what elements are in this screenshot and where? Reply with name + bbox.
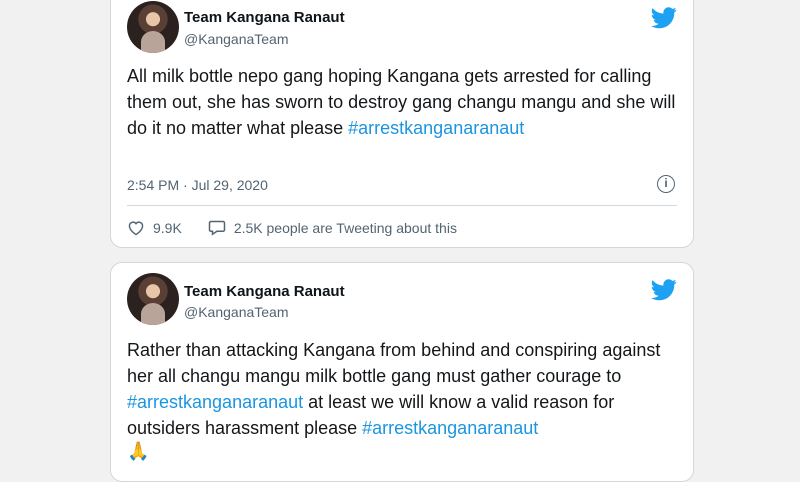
tweet-actions: 9.9K 2.5K people are Tweeting about this — [127, 219, 483, 236]
twitter-bird-icon[interactable] — [651, 7, 677, 29]
divider — [127, 205, 677, 206]
author-handle[interactable]: @KanganaTeam — [184, 304, 289, 320]
hashtag-link-2[interactable]: #arrestkanganaranaut — [362, 418, 538, 438]
tweeting-about-text: 2.5K people are Tweeting about this — [233, 219, 457, 236]
tweet-text: Rather than attacking Kangana from behin… — [127, 337, 683, 441]
author-name[interactable]: Team Kangana Ranaut — [184, 283, 345, 300]
author-handle[interactable]: @KanganaTeam — [184, 31, 289, 47]
avatar[interactable] — [127, 273, 179, 325]
reply-bubble-icon — [208, 220, 226, 236]
like-button[interactable]: 9.9K — [127, 220, 182, 236]
folded-hands-emoji: 🙏 — [127, 441, 150, 461]
conversation-button[interactable]: 2.5K people are Tweeting about this — [208, 219, 457, 236]
like-count: 9.9K — [153, 219, 182, 236]
hashtag-link[interactable]: #arrestkanganaranaut — [127, 392, 303, 412]
tweet-timestamp[interactable]: 2:54 PM · Jul 29, 2020 — [127, 177, 268, 193]
tweet-text: All milk bottle nepo gang hoping Kangana… — [127, 63, 683, 141]
info-icon[interactable]: i — [657, 175, 675, 193]
author-name[interactable]: Team Kangana Ranaut — [184, 9, 345, 26]
avatar[interactable] — [127, 1, 179, 53]
tweet-card-1[interactable]: Team Kangana Ranaut @KanganaTeam All mil… — [110, 0, 694, 248]
tweet-card-2[interactable]: Team Kangana Ranaut @KanganaTeam Rather … — [110, 262, 694, 482]
hashtag-link[interactable]: #arrestkanganaranaut — [348, 118, 524, 138]
heart-icon — [128, 220, 144, 235]
twitter-bird-icon[interactable] — [651, 279, 677, 301]
tweet-text-part1: Rather than attacking Kangana from behin… — [127, 340, 661, 386]
